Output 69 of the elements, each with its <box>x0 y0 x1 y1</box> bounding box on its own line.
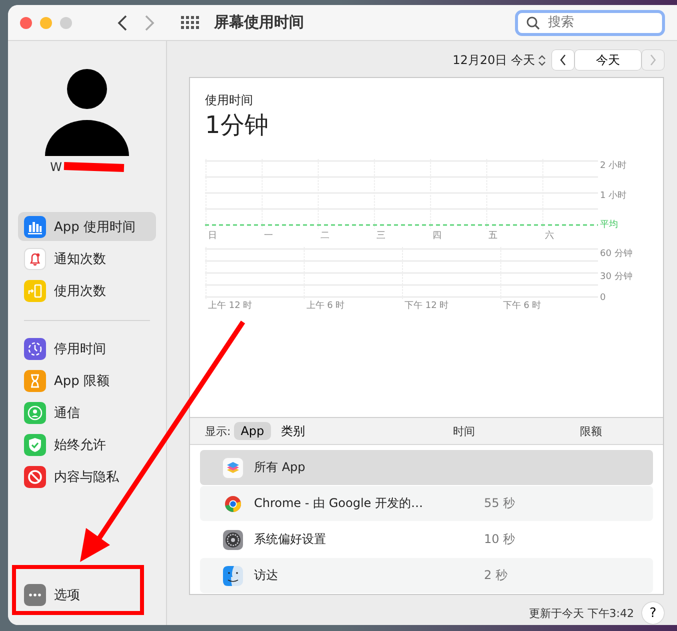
day-label: 日 <box>207 230 218 243</box>
sidebar-item[interactable]: 始终允许 <box>18 430 156 459</box>
next-day-button[interactable] <box>642 50 664 70</box>
updated-time: 更新于今天 下午3:42 <box>528 606 634 620</box>
axis-label: 0 <box>600 293 607 303</box>
axis-label: 1 小时 <box>600 190 627 202</box>
person-icon <box>24 402 46 424</box>
sidebar-item[interactable]: App 使用时间 <box>18 212 156 241</box>
axis-label: 60 分钟 <box>600 248 632 260</box>
search-box[interactable]: 搜索 <box>515 10 665 36</box>
sidebar-item[interactable]: 停用时间 <box>18 334 156 363</box>
filter-tab[interactable]: 类别 <box>274 420 312 442</box>
filter-tab[interactable]: App <box>234 422 272 440</box>
show-label: 显示: <box>205 424 231 438</box>
minimize-button[interactable] <box>40 16 52 28</box>
day-label: 六 <box>544 230 555 243</box>
app-row[interactable]: 系统偏好设置 10 秒 <box>200 522 653 557</box>
today-button[interactable]: 今天 <box>575 50 641 70</box>
moon-clock-icon <box>24 338 46 360</box>
avatar-icon <box>42 68 132 156</box>
window-title: 屏幕使用时间 <box>214 13 305 32</box>
sidebar-item[interactable]: 内容与隐私 <box>18 462 156 491</box>
usage-total: 1分钟 <box>205 110 270 141</box>
search-field[interactable]: 搜索 <box>546 14 650 31</box>
bar-chart-icon <box>24 216 46 238</box>
sidebar-item[interactable]: App 限额 <box>18 366 156 395</box>
time-label: 下午 6 时 <box>502 300 542 313</box>
app-row[interactable]: 所有 App <box>200 450 653 485</box>
axis-label: 2 小时 <box>600 160 627 172</box>
average-label: 平均 <box>600 218 619 231</box>
sidebar-item[interactable]: 使用次数 <box>18 276 156 305</box>
day-label: 三 <box>375 230 386 243</box>
help-button[interactable]: ? <box>642 602 664 624</box>
sidebar-item[interactable]: 通知次数 <box>18 244 156 273</box>
bell-icon <box>24 248 46 270</box>
phone-pickup-icon <box>24 280 46 302</box>
axis-label: 30 分钟 <box>600 270 632 283</box>
shield-check-icon <box>24 434 46 456</box>
column-header[interactable]: 时间 <box>453 424 475 438</box>
redaction-mark <box>64 162 124 172</box>
usage-title: 使用时间 <box>205 92 254 109</box>
no-entry-icon <box>24 466 46 488</box>
zoom-button[interactable] <box>60 16 72 28</box>
time-label: 上午 6 时 <box>305 300 346 313</box>
day-label: 五 <box>488 230 499 243</box>
day-label: 一 <box>263 230 274 243</box>
chevron-right-icon <box>649 54 657 66</box>
grid-icon[interactable] <box>180 14 200 30</box>
close-button[interactable] <box>20 16 32 28</box>
time-label: 下午 12 时 <box>404 300 450 313</box>
app-row[interactable]: 访达 2 秒 <box>200 558 653 593</box>
chevron-left-icon <box>559 54 567 66</box>
time-label: 上午 12 时 <box>207 300 254 313</box>
more-icon <box>24 584 46 606</box>
layers-icon <box>222 456 244 478</box>
sidebar-item[interactable]: 通信 <box>18 398 156 427</box>
finder-face-icon <box>222 564 244 586</box>
app-row[interactable]: Chrome - 由 Google 开发的… 55 秒 <box>200 486 653 521</box>
day-label: 二 <box>319 230 330 243</box>
search-icon <box>526 16 540 30</box>
updown-icon <box>538 54 546 66</box>
column-header[interactable]: 限额 <box>580 424 602 438</box>
user-name: W <box>50 160 62 174</box>
gear-icon <box>222 528 244 550</box>
day-label: 四 <box>432 230 443 243</box>
date-picker[interactable]: 12月20日 今天 <box>452 52 546 68</box>
hourglass-icon <box>24 370 46 392</box>
previous-day-button[interactable] <box>552 50 574 70</box>
options-item[interactable]: 选项 <box>18 580 156 609</box>
